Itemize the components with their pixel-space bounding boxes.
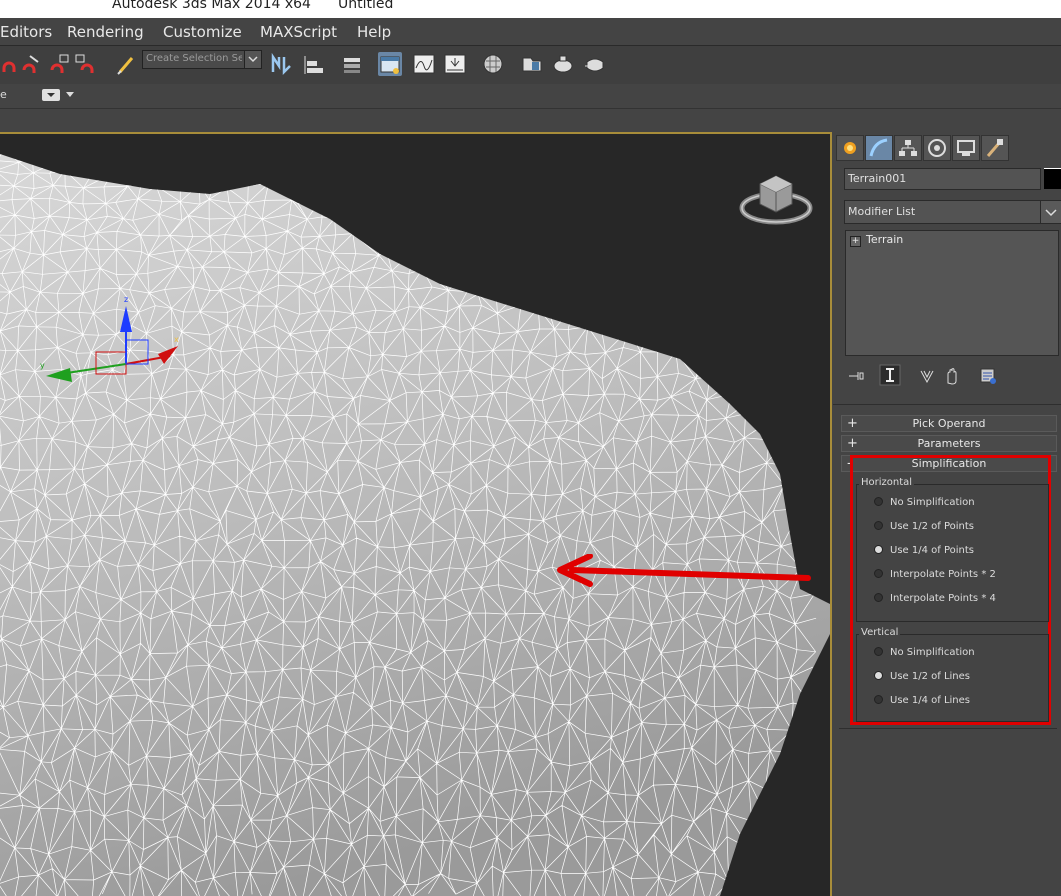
selection-set-dropdown[interactable]: Create Selection Se — [142, 50, 262, 69]
rollout-bottom-divider — [839, 728, 1057, 729]
viewcube-icon[interactable] — [738, 166, 814, 230]
configure-modifier-sets-icon[interactable] — [979, 367, 997, 385]
chevron-down-icon[interactable] — [66, 92, 74, 98]
remove-modifier-icon[interactable] — [943, 367, 961, 385]
radio-h-no-simplification[interactable]: No Simplification — [874, 496, 975, 508]
radio-v-use-half-lines[interactable]: Use 1/2 of Lines — [874, 670, 970, 682]
menu-customize[interactable]: Customize — [163, 23, 242, 41]
tab-display[interactable] — [952, 135, 980, 161]
menu-editors[interactable]: Editors — [0, 23, 52, 41]
select-filter-icon[interactable] — [74, 52, 98, 76]
unlink-icon[interactable] — [20, 52, 44, 76]
transform-gizmo-icon[interactable]: z y x — [32, 292, 192, 402]
bind-space-warp-icon[interactable] — [48, 52, 72, 76]
curve-editor-icon[interactable] — [412, 52, 436, 76]
pin-stack-icon[interactable] — [847, 368, 865, 384]
show-end-result-icon[interactable] — [879, 364, 901, 386]
render-frame-window-icon[interactable] — [551, 52, 575, 76]
horizontal-group: Horizontal No Simplification Use 1/2 of … — [856, 477, 1049, 622]
align-icon[interactable] — [303, 52, 327, 76]
menu-rendering[interactable]: Rendering — [67, 23, 144, 41]
chevron-down-icon[interactable] — [1040, 201, 1061, 223]
title-bar: Autodesk 3ds Max 2014 x64 Untitled — [0, 0, 1061, 18]
horizontal-group-title: Horizontal — [859, 477, 915, 488]
object-color-swatch[interactable] — [1044, 168, 1061, 189]
annotation-arrow-icon — [557, 554, 811, 587]
radio-v-no-simplification[interactable]: No Simplification — [874, 646, 975, 658]
modifier-stack: + Terrain — [845, 230, 1059, 356]
edit-named-selection-icon[interactable] — [114, 52, 138, 76]
render-setup-icon[interactable] — [520, 52, 544, 76]
tab-hierarchy[interactable] — [894, 135, 922, 161]
stack-item-terrain[interactable]: + Terrain — [850, 233, 903, 247]
stack-controls — [845, 364, 1005, 388]
svg-text:z: z — [124, 295, 128, 304]
rollout-parameters[interactable]: + Parameters — [841, 435, 1057, 452]
chevron-down-icon[interactable] — [244, 51, 261, 68]
svg-text:x: x — [174, 335, 179, 344]
document-title: Untitled — [338, 0, 394, 12]
menu-bar: Editors Rendering Customize MAXScript He… — [0, 18, 1061, 45]
rollout-pick-operand[interactable]: + Pick Operand — [841, 415, 1057, 432]
terrain-wireframe — [0, 154, 830, 896]
scene-explorer-icon[interactable] — [378, 52, 402, 76]
modifier-list-dropdown[interactable]: Modifier List — [844, 200, 1061, 224]
layer-manager-icon[interactable] — [340, 52, 364, 76]
make-unique-icon[interactable] — [919, 368, 937, 384]
vertical-group: Vertical No Simplification Use 1/2 of Li… — [856, 627, 1049, 722]
tab-create[interactable] — [836, 135, 864, 161]
tab-modify[interactable] — [865, 135, 893, 161]
radio-h-use-quarter-points[interactable]: Use 1/4 of Points — [874, 544, 974, 556]
radio-h-interpolate-4[interactable]: Interpolate Points * 4 — [874, 592, 996, 604]
menu-help[interactable]: Help — [357, 23, 391, 41]
radio-h-use-half-points[interactable]: Use 1/2 of Points — [874, 520, 974, 532]
render-production-icon[interactable] — [583, 52, 607, 76]
command-panel: Terrain001 Modifier List + Terrain + Pick… — [833, 132, 1061, 894]
expand-icon[interactable]: + — [850, 236, 861, 247]
vertical-group-title: Vertical — [859, 627, 901, 638]
secondary-toolbar: e — [0, 84, 1061, 109]
svg-text:y: y — [40, 361, 45, 370]
tab-motion[interactable] — [923, 135, 951, 161]
mirror-icon[interactable] — [270, 52, 294, 76]
app-title: Autodesk 3ds Max 2014 x64 — [112, 0, 311, 12]
menu-maxscript[interactable]: MAXScript — [260, 23, 337, 41]
schematic-view-icon[interactable] — [443, 52, 467, 76]
subbar-label: e — [0, 88, 7, 101]
tab-utilities[interactable] — [981, 135, 1009, 161]
material-editor-icon[interactable] — [481, 52, 505, 76]
panel-divider — [833, 404, 1061, 405]
main-toolbar: Create Selection Se — [0, 45, 1061, 85]
object-name-field[interactable]: Terrain001 — [844, 168, 1041, 190]
workspace-icon[interactable] — [42, 89, 60, 101]
radio-h-interpolate-2[interactable]: Interpolate Points * 2 — [874, 568, 996, 580]
radio-v-use-quarter-lines[interactable]: Use 1/4 of Lines — [874, 694, 970, 706]
perspective-viewport[interactable]: z y x — [0, 132, 832, 896]
